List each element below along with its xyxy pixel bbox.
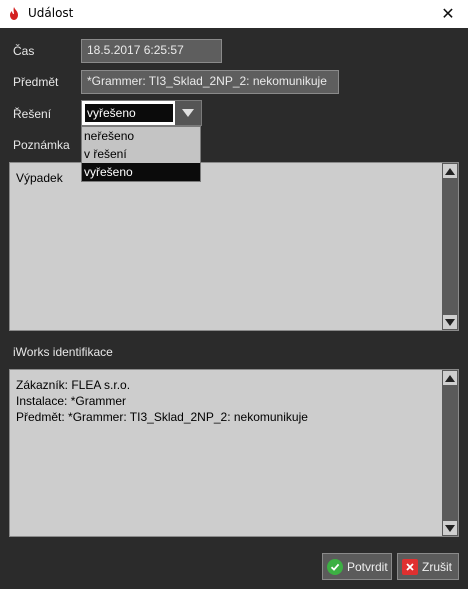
cancel-button[interactable]: Zrušit: [397, 553, 459, 580]
reseni-label: Řešení: [13, 107, 52, 121]
poznamka-textarea[interactable]: Výpadek: [9, 162, 459, 331]
scroll-up-button[interactable]: [443, 164, 457, 178]
iworks-line-customer: Zákazník: FLEA s.r.o.: [16, 378, 131, 392]
scroll-down-button[interactable]: [443, 521, 457, 535]
poznamka-text: Výpadek: [16, 171, 63, 185]
dropdown-toggle-button[interactable]: [175, 101, 201, 125]
arrow-up-icon: [445, 167, 455, 175]
cas-label: Čas: [13, 44, 35, 58]
iworks-textarea[interactable]: Zákazník: FLEA s.r.o. Instalace: *Gramme…: [9, 369, 459, 537]
poznamka-label: Poznámka: [13, 138, 70, 152]
cancel-button-label: Zrušit: [422, 559, 452, 574]
dropdown-option-vyreseno[interactable]: vyřešeno: [82, 163, 200, 181]
close-button[interactable]: ✕: [428, 0, 468, 28]
arrow-down-icon: [445, 318, 455, 326]
window-title: Událost: [28, 6, 74, 20]
confirm-button-label: Potvrdit: [347, 559, 388, 574]
cross-icon: [402, 558, 418, 575]
arrow-up-icon: [445, 374, 455, 382]
dropdown-option-nereseno[interactable]: neřešeno: [82, 127, 200, 145]
iworks-line-subject: Předmět: *Grammer: TI3_Sklad_2NP_2: neko…: [16, 410, 308, 424]
cas-field[interactable]: 18.5.2017 6:25:57: [81, 39, 222, 63]
reseni-dropdown-list: neřešeno v řešení vyřešeno: [81, 126, 201, 182]
iworks-scrollbar[interactable]: [442, 370, 458, 536]
scroll-down-button[interactable]: [443, 315, 457, 329]
fire-icon: [10, 7, 18, 20]
iworks-text: Zákazník: FLEA s.r.o. Instalace: *Gramme…: [16, 377, 438, 425]
close-icon: ✕: [441, 6, 455, 23]
reseni-select[interactable]: vyřešeno: [81, 100, 202, 126]
title-bar: Událost ✕: [0, 0, 468, 28]
scroll-up-button[interactable]: [443, 371, 457, 385]
poznamka-scrollbar[interactable]: [442, 163, 458, 330]
arrow-down-icon: [445, 524, 455, 532]
reseni-selected-value: vyřešeno: [85, 104, 173, 122]
predmet-label: Předmět: [13, 75, 59, 89]
iworks-line-installation: Instalace: *Grammer: [16, 394, 127, 408]
predmet-field[interactable]: *Grammer: TI3_Sklad_2NP_2: nekomunikuje: [81, 70, 339, 94]
check-icon: [327, 558, 343, 575]
chevron-down-icon: [182, 109, 194, 117]
dropdown-option-v-reseni[interactable]: v řešení: [82, 145, 200, 163]
iworks-label: iWorks identifikace: [13, 345, 113, 359]
confirm-button[interactable]: Potvrdit: [322, 553, 392, 580]
